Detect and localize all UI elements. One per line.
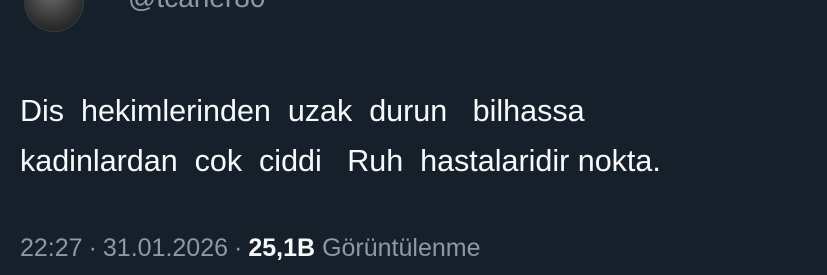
tweet-date[interactable]: 31.01.2026 (103, 234, 228, 263)
views-label[interactable]: Görüntülenme (322, 234, 480, 263)
views-count[interactable]: 25,1B (248, 234, 315, 263)
tweet-card: @tcaner80 Dis hekimlerinden uzak durun b… (0, 0, 827, 275)
meta-separator: · (234, 233, 243, 262)
tweet-meta: 22:27 · 31.01.2026 · 25,1B Görüntülenme (20, 230, 481, 266)
meta-separator: · (88, 233, 97, 262)
user-handle[interactable]: @tcaner80 (128, 0, 265, 16)
tweet-time[interactable]: 22:27 (20, 234, 83, 263)
tweet-text: Dis hekimlerinden uzak durun bilhassa ka… (20, 86, 810, 186)
tweet-text-line-1: Dis hekimlerinden uzak durun bilhassa (20, 94, 585, 128)
tweet-text-line-2: kadinlardan cok ciddi Ruh hastalaridir n… (20, 144, 661, 178)
avatar[interactable] (24, 0, 84, 32)
